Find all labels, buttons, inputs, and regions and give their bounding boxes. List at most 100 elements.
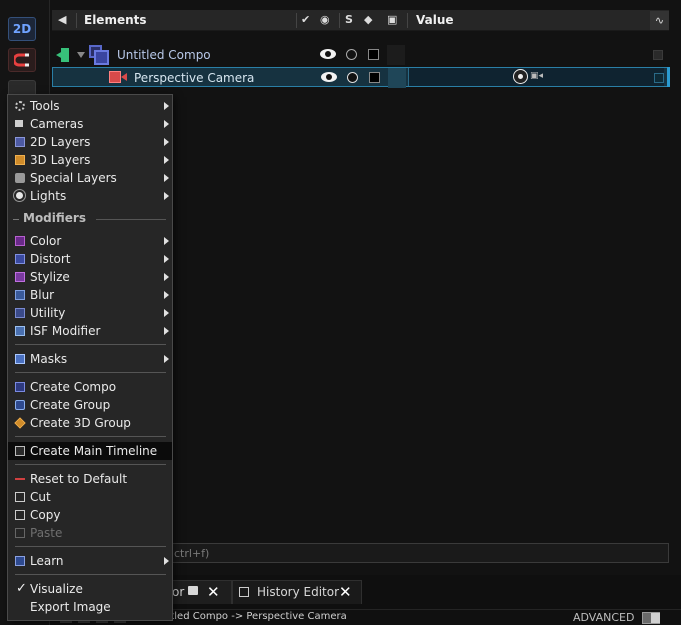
collapse-left-icon[interactable]: ◀ bbox=[58, 13, 66, 26]
layer-2d-icon bbox=[15, 137, 25, 147]
utility-icon bbox=[15, 308, 25, 318]
submenu-arrow-icon bbox=[164, 327, 169, 335]
document-icon bbox=[239, 587, 249, 597]
menu-item-distort[interactable]: Distort bbox=[8, 250, 172, 268]
camera-icon bbox=[109, 71, 127, 83]
expand-triangle-icon[interactable] bbox=[77, 52, 85, 58]
element-name: Perspective Camera bbox=[134, 71, 255, 85]
advanced-toggle[interactable] bbox=[642, 612, 660, 624]
element-row-compo[interactable]: Untitled Compo bbox=[52, 45, 669, 65]
element-row-camera[interactable]: Perspective Camera ▣◂ bbox=[52, 67, 669, 88]
menu-item-blur[interactable]: Blur bbox=[8, 286, 172, 304]
camera-small-icon: ▣◂ bbox=[530, 71, 544, 81]
menu-item-cameras[interactable]: Cameras bbox=[8, 115, 172, 133]
tab-editor[interactable]: or ✕ bbox=[170, 580, 232, 604]
element-name: Untitled Compo bbox=[117, 48, 211, 62]
color-tag-icon[interactable]: ◆ bbox=[364, 13, 372, 26]
menu-item-visualize[interactable]: ✓ Visualize bbox=[8, 580, 172, 598]
solo-toggle[interactable] bbox=[346, 49, 357, 60]
solo-toggle[interactable] bbox=[347, 72, 358, 83]
check-icon[interactable]: ✔ bbox=[301, 13, 310, 26]
menu-item-learn[interactable]: Learn bbox=[8, 552, 172, 570]
menu-item-2d-layers[interactable]: 2D Layers bbox=[8, 133, 172, 151]
menu-item-utility[interactable]: Utility bbox=[8, 304, 172, 322]
elements-title: Elements bbox=[84, 13, 147, 27]
menu-item-copy[interactable]: Copy bbox=[8, 506, 172, 524]
color-modifier-icon bbox=[15, 236, 25, 246]
gear-icon bbox=[15, 101, 25, 111]
search-hint: ctrl+f) bbox=[174, 547, 210, 560]
menu-item-lights[interactable]: Lights bbox=[8, 187, 172, 205]
submenu-arrow-icon bbox=[164, 192, 169, 200]
elements-header: ◀ Elements ✔ ◉ S ◆ ▣ Value ∿ bbox=[52, 10, 669, 31]
submenu-arrow-icon bbox=[164, 120, 169, 128]
submenu-arrow-icon bbox=[164, 156, 169, 164]
close-icon[interactable]: ✕ bbox=[207, 583, 220, 601]
camera-icon bbox=[15, 120, 23, 127]
submenu-arrow-icon bbox=[164, 273, 169, 281]
breadcrumb: Untitled Compo -> Perspective Camera bbox=[150, 611, 347, 622]
learn-icon bbox=[15, 556, 25, 566]
row-end-toggle[interactable] bbox=[654, 73, 664, 83]
modifiers-section-header: Modifiers bbox=[8, 210, 172, 228]
lock-toggle[interactable] bbox=[368, 49, 379, 60]
menu-item-paste: Paste bbox=[8, 524, 172, 542]
magnet-icon[interactable] bbox=[8, 48, 36, 72]
menu-item-reset-to-default[interactable]: Reset to Default bbox=[8, 470, 172, 488]
submenu-arrow-icon bbox=[164, 174, 169, 182]
waveform-icon[interactable]: ∿ bbox=[650, 11, 669, 30]
lock-icon[interactable]: ▣ bbox=[387, 13, 397, 26]
menu-item-isf-modifier[interactable]: ISF Modifier bbox=[8, 322, 172, 340]
checkmark-icon: ✓ bbox=[16, 581, 27, 596]
menu-item-create-main-timeline[interactable]: Create Main Timeline bbox=[8, 442, 172, 460]
menu-item-special-layers[interactable]: Special Layers bbox=[8, 169, 172, 187]
submenu-arrow-icon bbox=[164, 557, 169, 565]
menu-item-stylize[interactable]: Stylize bbox=[8, 268, 172, 286]
menu-item-create-group[interactable]: Create Group bbox=[8, 396, 172, 414]
menu-item-export-image[interactable]: Export Image bbox=[8, 598, 172, 616]
layer-3d-icon bbox=[15, 155, 25, 165]
eye-icon[interactable]: ◉ bbox=[320, 13, 330, 26]
submenu-arrow-icon bbox=[164, 355, 169, 363]
isf-icon bbox=[15, 326, 25, 336]
menu-item-cut[interactable]: Cut bbox=[8, 488, 172, 506]
visibility-eye-icon[interactable] bbox=[321, 72, 337, 82]
mask-icon bbox=[15, 354, 25, 364]
menu-item-3d-layers[interactable]: 3D Layers bbox=[8, 151, 172, 169]
value-column-label: Value bbox=[416, 13, 454, 27]
light-icon bbox=[16, 192, 23, 199]
tab-history-editor[interactable]: History Editor ✕ bbox=[232, 580, 362, 604]
row-end-toggle[interactable] bbox=[653, 50, 663, 60]
compo-icon bbox=[15, 382, 25, 392]
submenu-arrow-icon bbox=[164, 291, 169, 299]
cut-icon bbox=[15, 492, 25, 502]
color-swatch[interactable] bbox=[388, 68, 406, 88]
close-icon[interactable]: ✕ bbox=[339, 583, 352, 601]
submenu-arrow-icon bbox=[164, 237, 169, 245]
lock-icon[interactable] bbox=[188, 586, 198, 595]
group-icon bbox=[15, 400, 25, 410]
submenu-arrow-icon bbox=[164, 138, 169, 146]
distort-icon bbox=[15, 254, 25, 264]
menu-item-masks[interactable]: Masks bbox=[8, 350, 172, 368]
submenu-arrow-icon bbox=[164, 102, 169, 110]
color-swatch[interactable] bbox=[387, 45, 405, 65]
menu-item-create-3d-group[interactable]: Create 3D Group bbox=[8, 414, 172, 432]
visibility-eye-icon[interactable] bbox=[320, 49, 336, 59]
copy-icon bbox=[15, 510, 25, 520]
menu-item-create-compo[interactable]: Create Compo bbox=[8, 378, 172, 396]
compo-icon bbox=[89, 45, 109, 65]
menu-item-color[interactable]: Color bbox=[8, 232, 172, 250]
lock-toggle[interactable] bbox=[369, 72, 380, 83]
advanced-label: ADVANCED bbox=[573, 611, 635, 624]
target-knob-icon[interactable] bbox=[513, 69, 528, 84]
solo-column-label[interactable]: S bbox=[345, 13, 353, 26]
timeline-icon bbox=[15, 446, 25, 456]
group-3d-icon bbox=[14, 417, 26, 429]
blur-icon bbox=[15, 290, 25, 300]
mode-2d-button[interactable]: 2D bbox=[8, 17, 36, 41]
menu-item-tools[interactable]: Tools bbox=[8, 97, 172, 115]
context-menu: Tools Cameras 2D Layers 3D Layers Specia… bbox=[7, 94, 173, 621]
paste-icon bbox=[15, 528, 25, 538]
stylize-icon bbox=[15, 272, 25, 282]
